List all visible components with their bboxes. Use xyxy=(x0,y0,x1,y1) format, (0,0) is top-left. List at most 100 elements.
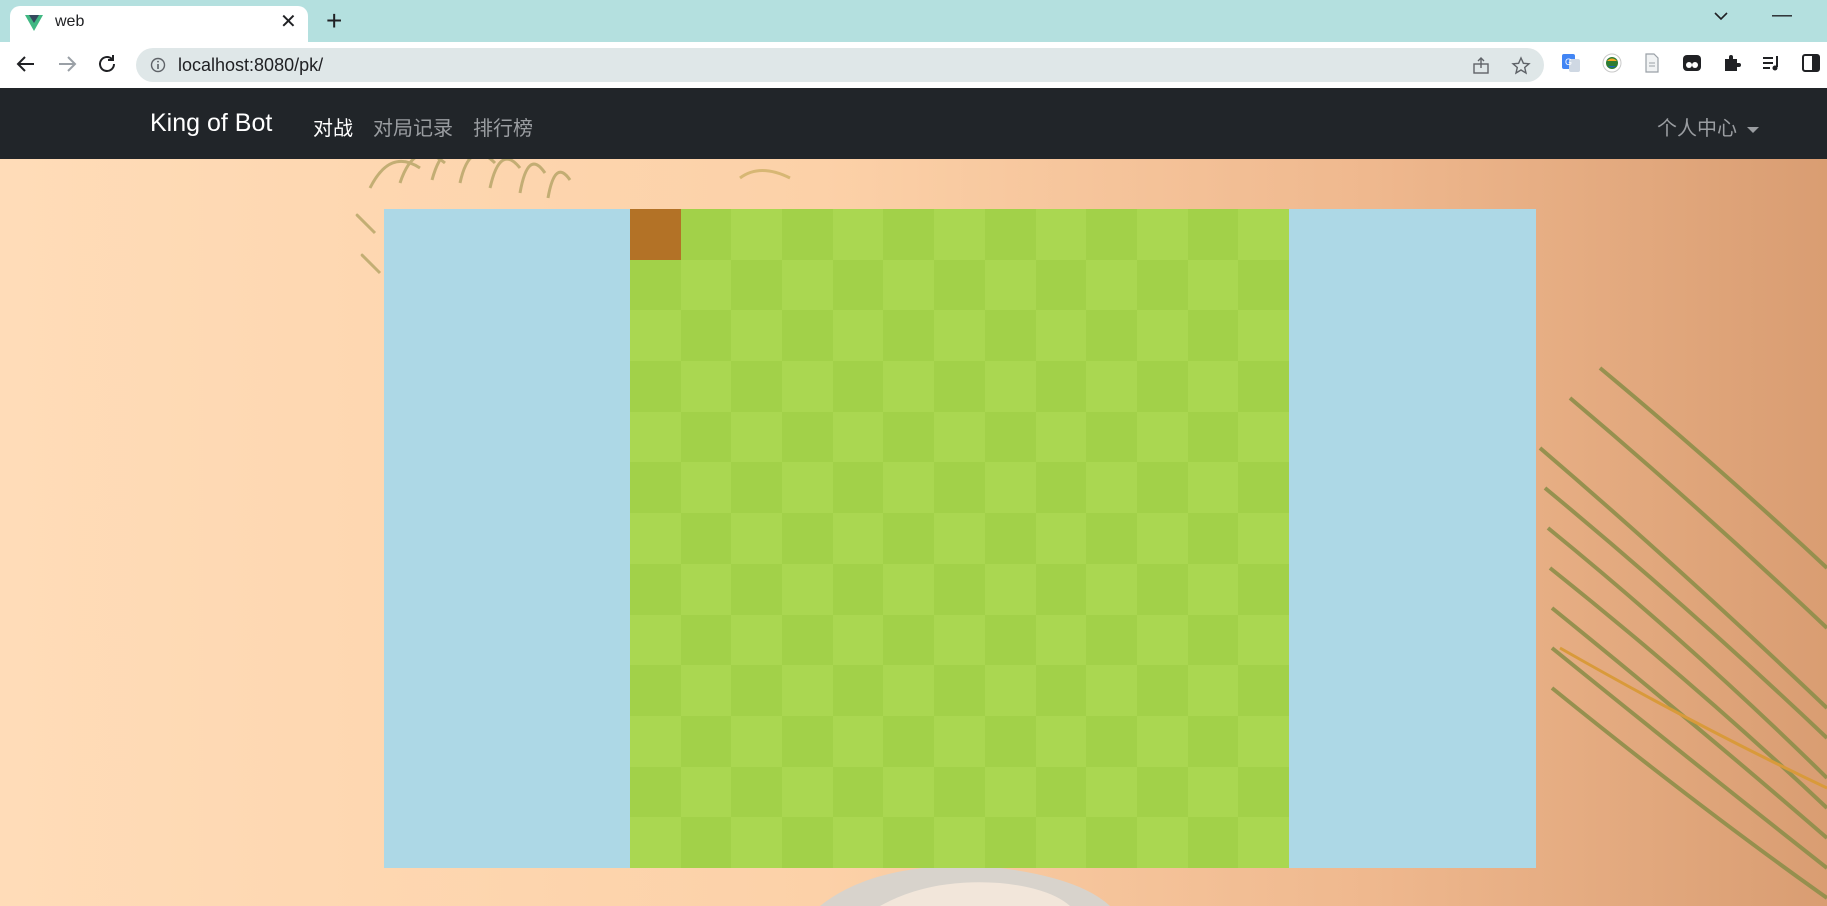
minimize-button[interactable]: — xyxy=(1772,4,1792,27)
grass-cell xyxy=(1136,715,1188,767)
document-icon[interactable] xyxy=(1641,52,1663,74)
grass-cell xyxy=(1136,817,1188,869)
grass-cell xyxy=(1035,259,1087,311)
grass-cell xyxy=(832,259,884,311)
grass-cell xyxy=(731,563,783,615)
grass-cell xyxy=(832,766,884,818)
grass-cell xyxy=(984,310,1036,362)
grass-cell xyxy=(1136,513,1188,565)
grass-cell xyxy=(630,462,681,514)
grass-cell xyxy=(1136,209,1188,260)
nav-link-pk[interactable]: 对战 xyxy=(313,112,353,141)
grass-cell xyxy=(1187,513,1239,565)
url-text[interactable]: localhost:8080/pk/ xyxy=(178,55,323,76)
grass-cell xyxy=(1035,563,1087,615)
back-arrow-icon[interactable] xyxy=(14,52,38,76)
grass-cell xyxy=(731,665,783,717)
grass-cell xyxy=(731,411,783,463)
grass-cell xyxy=(731,766,783,818)
grass-cell xyxy=(630,361,681,413)
grass-cell xyxy=(680,715,732,767)
caret-down-icon xyxy=(1747,126,1759,133)
grass-cell xyxy=(883,614,935,666)
browser-tab[interactable]: web ✕ xyxy=(10,6,308,44)
grass-cell xyxy=(832,462,884,514)
grass-cell xyxy=(934,411,986,463)
grass-cell xyxy=(630,411,681,463)
grass-cell xyxy=(984,361,1036,413)
grass-cell xyxy=(934,259,986,311)
grass-cell xyxy=(1086,259,1138,311)
grass-cell xyxy=(1035,462,1087,514)
share-icon[interactable] xyxy=(1471,56,1491,76)
grass-cell xyxy=(934,209,986,260)
forward-arrow-icon[interactable] xyxy=(55,52,79,76)
grass-cell xyxy=(883,563,935,615)
grass-cell xyxy=(731,310,783,362)
grass-cell xyxy=(1086,715,1138,767)
grass-cell xyxy=(680,513,732,565)
grass-cell xyxy=(1035,614,1087,666)
grass-cell xyxy=(1086,310,1138,362)
grass-cell xyxy=(1136,310,1188,362)
nav-link-records[interactable]: 对局记录 xyxy=(373,112,453,141)
google-translate-icon[interactable]: G xyxy=(1560,52,1582,74)
new-tab-button[interactable]: + xyxy=(326,6,342,36)
grass-cell xyxy=(1035,766,1087,818)
globe-extension-icon[interactable] xyxy=(1601,52,1623,74)
browser-toolbar: localhost:8080/pk/ G xyxy=(0,42,1827,88)
grass-cell xyxy=(630,715,681,767)
reload-icon[interactable] xyxy=(95,52,119,76)
tab-close-button[interactable]: ✕ xyxy=(280,10,297,34)
grass-cell xyxy=(883,462,935,514)
grass-cell xyxy=(883,817,935,869)
grass-cell xyxy=(1187,817,1239,869)
grass-cell xyxy=(630,563,681,615)
grass-cell xyxy=(934,513,986,565)
grass-cell xyxy=(984,614,1036,666)
media-queue-icon[interactable] xyxy=(1760,52,1782,74)
grass-cell xyxy=(1035,513,1087,565)
grass-cell xyxy=(883,715,935,767)
grass-cell xyxy=(1187,259,1239,311)
grass-cell xyxy=(1187,361,1239,413)
grass-cell xyxy=(883,310,935,362)
grass-cell xyxy=(1035,817,1087,869)
puzzle-extensions-icon[interactable] xyxy=(1721,52,1743,74)
grass-cell xyxy=(1238,209,1290,260)
grass-cell xyxy=(1238,665,1290,717)
grass-cell xyxy=(680,817,732,869)
side-panel-icon[interactable] xyxy=(1800,52,1822,74)
star-bookmark-icon[interactable] xyxy=(1511,56,1531,76)
address-bar[interactable]: localhost:8080/pk/ xyxy=(136,48,1544,82)
grass-cell xyxy=(883,361,935,413)
grass-cell xyxy=(1136,411,1188,463)
game-map-board xyxy=(630,209,1290,869)
grass-cell xyxy=(1035,209,1087,260)
grass-cell xyxy=(1187,614,1239,666)
grass-cell xyxy=(984,817,1036,869)
grass-cell xyxy=(680,462,732,514)
grass-cell xyxy=(1086,209,1138,260)
grass-cell xyxy=(1238,766,1290,818)
grass-cell xyxy=(832,209,884,260)
grass-cell xyxy=(1187,766,1239,818)
grass-cell xyxy=(832,715,884,767)
grass-cell xyxy=(1035,411,1087,463)
grass-cell xyxy=(883,513,935,565)
user-center-dropdown[interactable]: 个人中心 xyxy=(1657,112,1759,141)
grass-cell xyxy=(1035,715,1087,767)
chevron-down-icon[interactable] xyxy=(1710,5,1732,27)
nav-link-ranklist[interactable]: 排行榜 xyxy=(473,112,533,141)
grass-cell xyxy=(934,614,986,666)
grass-cell xyxy=(1136,766,1188,818)
grass-cell xyxy=(883,766,935,818)
grass-cell xyxy=(832,665,884,717)
brand-logo-text[interactable]: King of Bot xyxy=(150,109,272,138)
grass-cell xyxy=(832,614,884,666)
grass-cell xyxy=(680,361,732,413)
tampermonkey-icon[interactable] xyxy=(1681,52,1703,74)
info-icon[interactable] xyxy=(150,57,166,73)
grass-cell xyxy=(731,513,783,565)
grass-cell xyxy=(782,259,834,311)
